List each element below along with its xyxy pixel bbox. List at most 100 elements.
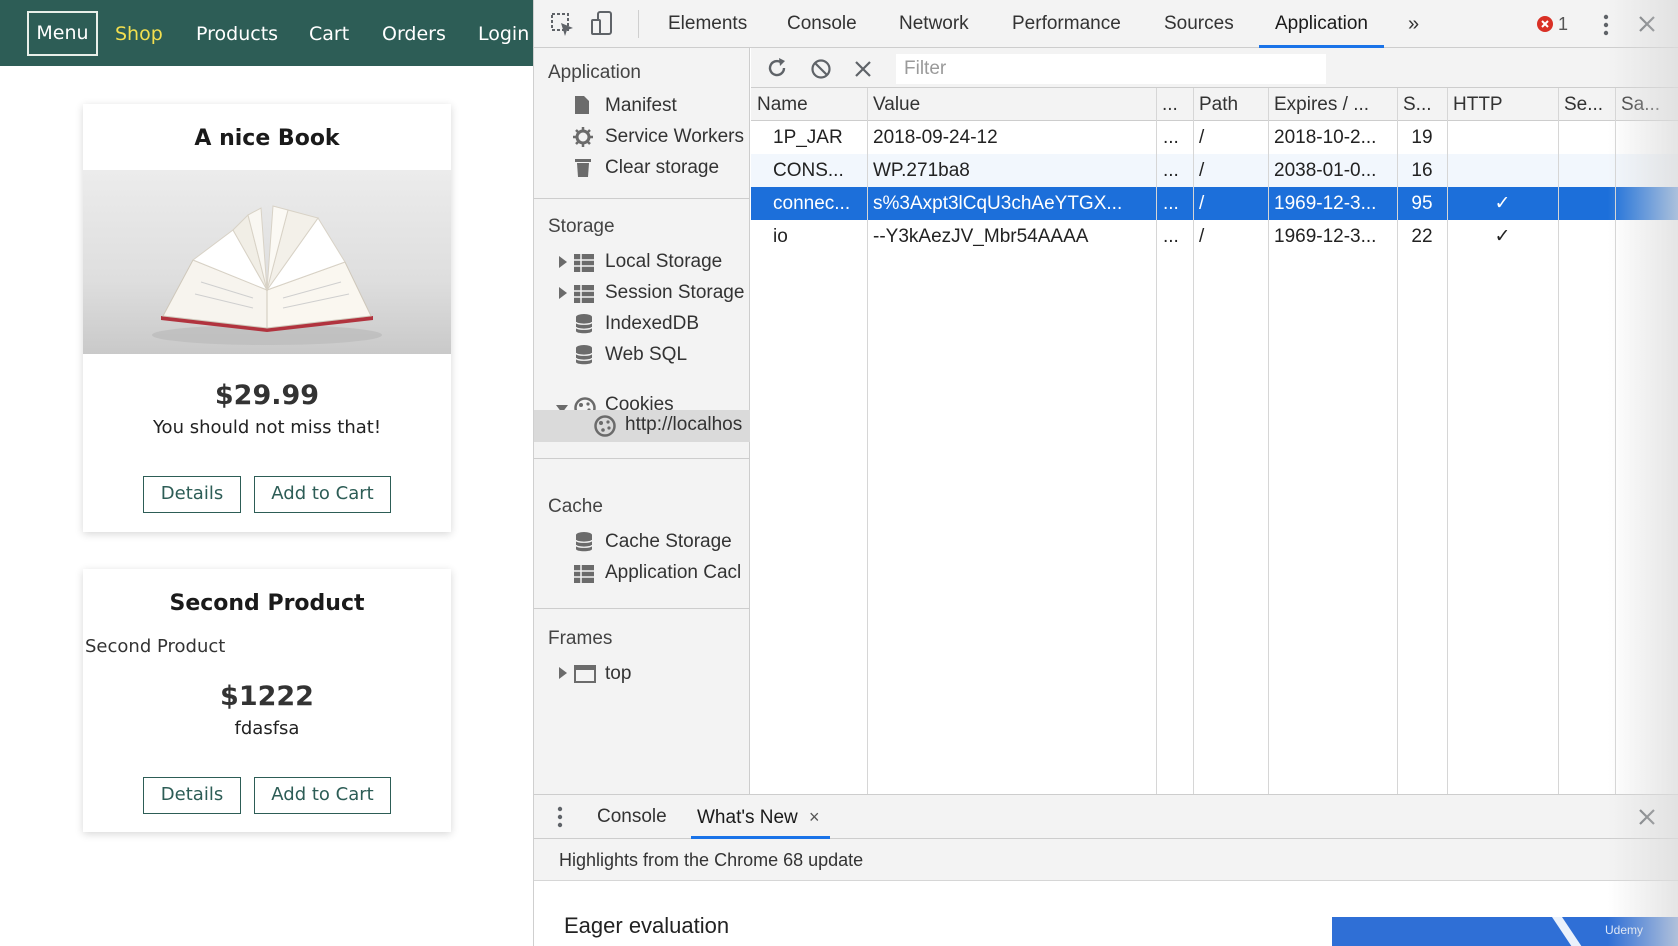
close-devtools-icon[interactable] <box>1638 15 1656 33</box>
column-divider[interactable] <box>1615 88 1616 794</box>
kebab-menu-icon[interactable] <box>1602 13 1610 37</box>
column-header-secure[interactable]: Se... <box>1558 88 1615 121</box>
nav-shop[interactable]: Shop <box>115 0 163 66</box>
column-header-samesite[interactable]: Sa... <box>1615 88 1678 121</box>
expand-arrow-icon[interactable] <box>558 287 568 299</box>
column-header-path[interactable]: Path <box>1193 88 1268 121</box>
details-button[interactable]: Details <box>143 476 241 513</box>
menu-button[interactable]: Menu <box>27 11 98 56</box>
nav-products[interactable]: Products <box>196 0 278 66</box>
add-to-cart-button[interactable]: Add to Cart <box>254 476 391 513</box>
table-row[interactable]: CONS... WP.271ba8 ... / 2038-01-0... 16 <box>751 154 1678 187</box>
tab-elements[interactable]: Elements <box>668 0 747 48</box>
drawer-tab-label: What's New <box>697 807 798 828</box>
column-divider[interactable] <box>1558 88 1559 794</box>
devtools-toolbar: Elements Console Network Performance Sou… <box>534 0 1678 48</box>
column-header-size[interactable]: S... <box>1397 88 1447 121</box>
inspect-element-icon[interactable] <box>550 12 576 38</box>
cookie-value: 2018-09-24-12 <box>873 127 998 148</box>
gear-icon <box>573 127 593 147</box>
udemy-watermark: Udemy <box>1604 923 1643 937</box>
add-to-cart-button[interactable]: Add to Cart <box>254 777 391 814</box>
table-row-selected[interactable]: connec... s%3Axpt3lCqU3chAeYTGX... ... /… <box>751 187 1678 220</box>
sidebar-item-local-storage[interactable]: Local Storage <box>605 251 722 273</box>
cookie-size: 19 <box>1411 127 1433 148</box>
nav-login[interactable]: Login <box>478 0 529 66</box>
database-icon <box>575 345 593 365</box>
filter-input[interactable] <box>896 54 1326 84</box>
sidebar-item-frame-top[interactable]: top <box>605 663 631 685</box>
column-divider[interactable] <box>1397 88 1398 794</box>
column-header-name[interactable]: Name <box>751 88 867 121</box>
whats-new-section-title: Eager evaluation <box>564 913 730 938</box>
frame-window-icon <box>574 665 596 683</box>
sidebar-item-cache-storage[interactable]: Cache Storage <box>605 531 732 553</box>
trash-icon <box>575 159 591 177</box>
cookie-icon <box>594 415 616 437</box>
nav-cart[interactable]: Cart <box>309 0 349 66</box>
error-count[interactable]: 1 <box>1558 0 1568 48</box>
cookie-domain: ... <box>1163 226 1179 247</box>
expand-arrow-icon[interactable] <box>558 256 568 268</box>
cookie-expires: 1969-12-3... <box>1274 193 1377 214</box>
more-tabs-button[interactable]: » <box>1408 0 1419 48</box>
column-divider[interactable] <box>1193 88 1194 794</box>
devtools-panel: Elements Console Network Performance Sou… <box>533 0 1678 946</box>
sidebar-item-manifest[interactable]: Manifest <box>605 95 677 117</box>
column-header-domain[interactable]: ... <box>1156 88 1193 121</box>
drawer-tab-console[interactable]: Console <box>597 795 667 839</box>
sidebar-item-indexeddb[interactable]: IndexedDB <box>605 313 699 335</box>
cookie-value: s%3Axpt3lCqU3chAeYTGX... <box>873 193 1123 214</box>
nav-orders[interactable]: Orders <box>382 0 446 66</box>
tab-network[interactable]: Network <box>899 0 969 48</box>
section-header-cache: Cache <box>548 496 603 517</box>
column-divider[interactable] <box>1268 88 1269 794</box>
expand-arrow-icon[interactable] <box>558 667 568 679</box>
clear-all-icon[interactable] <box>810 58 832 80</box>
cookie-domain: ... <box>1163 193 1179 214</box>
open-book-image <box>152 205 382 345</box>
sidebar-item-clear-storage[interactable]: Clear storage <box>605 157 719 179</box>
table-row[interactable]: 1P_JAR 2018-09-24-12 ... / 2018-10-2... … <box>751 121 1678 154</box>
close-tab-icon[interactable]: × <box>809 807 820 827</box>
tab-sources[interactable]: Sources <box>1164 0 1234 48</box>
refresh-icon[interactable] <box>766 57 788 79</box>
column-header-value[interactable]: Value <box>867 88 1156 121</box>
column-divider[interactable] <box>867 88 868 794</box>
product-price: $1222 <box>220 681 314 712</box>
column-header-http[interactable]: HTTP <box>1447 88 1558 121</box>
tab-console[interactable]: Console <box>787 0 857 48</box>
cookie-domain: ... <box>1163 127 1179 148</box>
product-title: Second Product <box>169 591 365 616</box>
table-row[interactable]: io --Y3kAezJV_Mbr54AAAA ... / 1969-12-3.… <box>751 220 1678 253</box>
product-price: $29.99 <box>214 380 320 411</box>
cookie-value: --Y3kAezJV_Mbr54AAAA <box>873 226 1089 247</box>
cookie-name: connec... <box>773 193 851 214</box>
close-drawer-icon[interactable] <box>1638 808 1656 826</box>
whats-new-banner: Highlights from the Chrome 68 update <box>534 839 1678 881</box>
column-divider[interactable] <box>1156 88 1157 794</box>
sidebar-item-application-cache[interactable]: Application Cacl <box>605 562 750 584</box>
whats-new-promo-image[interactable]: Udemy <box>1332 917 1678 946</box>
drawer-menu-icon[interactable] <box>556 805 564 829</box>
product-image: Second Product <box>83 636 225 657</box>
cookie-expires: 2018-10-2... <box>1274 127 1377 148</box>
details-button[interactable]: Details <box>143 777 241 814</box>
product-description: fdasfsa <box>234 718 300 739</box>
cookies-view: Name Value ... Path Expires / ... S... H… <box>751 48 1678 794</box>
sidebar-item-service-workers[interactable]: Service Workers <box>605 126 750 148</box>
device-toolbar-icon[interactable] <box>590 10 614 38</box>
drawer-tabbar: Console What's New × <box>534 795 1678 839</box>
sidebar-item-web-sql[interactable]: Web SQL <box>605 344 687 366</box>
error-icon[interactable] <box>1536 15 1554 33</box>
delete-selected-icon[interactable] <box>854 60 872 78</box>
tab-application[interactable]: Application <box>1259 0 1384 48</box>
product-card: A nice Book $29.99 You should not miss t… <box>83 104 451 532</box>
column-divider[interactable] <box>1447 88 1448 794</box>
drawer-tab-whats-new[interactable]: What's New × <box>691 795 830 839</box>
sidebar-item-session-storage[interactable]: Session Storage <box>605 282 750 304</box>
column-header-expires[interactable]: Expires / ... <box>1268 88 1397 121</box>
cookie-name: 1P_JAR <box>773 127 843 148</box>
tab-performance[interactable]: Performance <box>1012 0 1121 48</box>
sidebar-item-cookie-origin[interactable]: http://localhos <box>625 414 750 436</box>
